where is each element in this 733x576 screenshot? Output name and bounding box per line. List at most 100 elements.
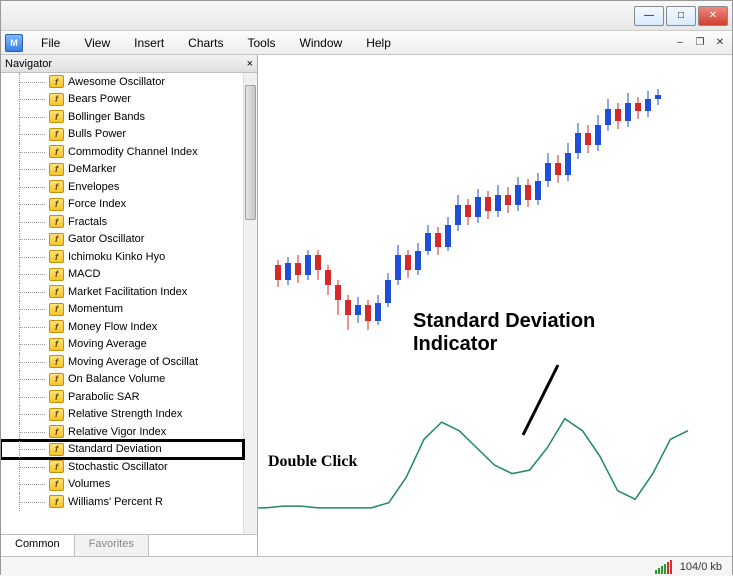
indicator-icon: f	[49, 390, 64, 403]
indicator-item[interactable]: f Money Flow Index	[1, 318, 243, 336]
indicator-icon: f	[49, 320, 64, 333]
tab-common[interactable]: Common	[1, 535, 75, 556]
indicator-item[interactable]: f On Balance Volume	[1, 371, 243, 389]
indicator-label: Commodity Channel Index	[68, 146, 198, 158]
indicator-item[interactable]: f Moving Average of Oscillat	[1, 353, 243, 371]
window-minimize-button[interactable]: —	[634, 6, 664, 26]
indicator-item[interactable]: fMomentum	[1, 301, 243, 319]
indicator-item[interactable]: f Envelopes	[1, 178, 243, 196]
menu-tools[interactable]: Tools	[236, 33, 288, 53]
indicator-label: Bulls Power	[68, 128, 126, 140]
indicator-icon: f	[49, 128, 64, 141]
window-titlebar: — □ ✕	[1, 1, 732, 31]
indicator-item[interactable]: f Fractals	[1, 213, 243, 231]
indicator-icon: f	[49, 285, 64, 298]
menu-charts[interactable]: Charts	[176, 33, 235, 53]
indicator-item[interactable]: f Ichimoku Kinko Hyo	[1, 248, 243, 266]
menu-view[interactable]: View	[72, 33, 122, 53]
content-area: Navigator × fAwesome OscillatorfBears Po…	[1, 55, 732, 556]
indicator-label: Moving Average of Oscillat	[68, 356, 198, 368]
indicator-item[interactable]: f Parabolic SAR	[1, 388, 243, 406]
indicator-label: DeMarker	[68, 163, 116, 175]
indicator-label: Ichimoku Kinko Hyo	[68, 251, 165, 263]
indicator-label: Envelopes	[68, 181, 119, 193]
indicator-label: Gator Oscillator	[68, 233, 144, 245]
indicator-icon: f	[49, 408, 64, 421]
indicator-icon: f	[49, 495, 64, 508]
tab-favorites[interactable]: Favorites	[75, 535, 149, 556]
indicator-icon: f	[49, 145, 64, 158]
indicator-label: Awesome Oscillator	[68, 76, 165, 88]
indicator-icon: f	[49, 215, 64, 228]
navigator-scroll-thumb[interactable]	[245, 85, 256, 220]
indicator-icon: f	[49, 373, 64, 386]
indicator-item[interactable]: f Relative Strength Index	[1, 406, 243, 424]
indicator-item[interactable]: f Bulls Power	[1, 126, 243, 144]
chart-area[interactable]: Standard Deviation Indicator Double Clic…	[258, 55, 732, 556]
indicator-label: MACD	[68, 268, 100, 280]
indicator-icon: f	[49, 250, 64, 263]
mdi-minimize-button[interactable]: –	[672, 36, 688, 50]
mdi-close-button[interactable]: ✕	[712, 36, 728, 50]
indicator-item[interactable]: f Bears Power	[1, 91, 243, 109]
app-icon: M	[5, 34, 23, 52]
indicator-icon: f	[49, 338, 64, 351]
connection-bars-icon	[655, 560, 672, 574]
indicator-label: Williams' Percent R	[68, 496, 163, 508]
indicator-label: Bears Power	[68, 93, 131, 105]
indicator-label: Standard Deviation	[68, 443, 162, 455]
indicator-icon: f	[49, 75, 64, 88]
indicator-icon: f	[49, 443, 64, 456]
indicator-label: Relative Vigor Index	[68, 426, 166, 438]
indicator-item[interactable]: f Standard Deviation	[1, 441, 243, 459]
navigator-panel: Navigator × fAwesome OscillatorfBears Po…	[1, 55, 258, 556]
chart-canvas	[258, 55, 732, 556]
indicator-label: Moving Average	[68, 338, 147, 350]
indicator-label: Fractals	[68, 216, 107, 228]
indicator-label: Money Flow Index	[68, 321, 157, 333]
mdi-restore-button[interactable]: ❐	[692, 36, 708, 50]
indicator-item[interactable]: f Stochastic Oscillator	[1, 458, 243, 476]
indicator-item[interactable]: f Williams' Percent R	[1, 493, 243, 511]
indicator-item[interactable]: fVolumes	[1, 476, 243, 494]
menu-file[interactable]: File	[29, 33, 72, 53]
indicator-icon: f	[49, 198, 64, 211]
indicator-item[interactable]: f Bollinger Bands	[1, 108, 243, 126]
window-close-button[interactable]: ✕	[698, 6, 728, 26]
menubar: M FileViewInsertChartsToolsWindowHelp – …	[1, 31, 732, 55]
indicator-label: Stochastic Oscillator	[68, 461, 168, 473]
indicator-label: Relative Strength Index	[68, 408, 182, 420]
indicator-item[interactable]: f DeMarker	[1, 161, 243, 179]
indicator-label: On Balance Volume	[68, 373, 165, 385]
indicator-icon: f	[49, 478, 64, 491]
indicator-item[interactable]: fMarket Facilitation Index	[1, 283, 243, 301]
indicator-item[interactable]: f MACD	[1, 266, 243, 284]
status-traffic: 104/0 kb	[680, 561, 722, 573]
statusbar: 104/0 kb	[1, 556, 732, 576]
navigator-tabs: Common Favorites	[1, 534, 257, 556]
indicator-icon: f	[49, 93, 64, 106]
menu-insert[interactable]: Insert	[122, 33, 176, 53]
indicator-icon: f	[49, 180, 64, 193]
indicator-icon: f	[49, 460, 64, 473]
indicator-item[interactable]: f Relative Vigor Index	[1, 423, 243, 441]
indicator-label: Parabolic SAR	[68, 391, 140, 403]
navigator-close-button[interactable]: ×	[247, 58, 253, 70]
indicator-item[interactable]: f Moving Average	[1, 336, 243, 354]
indicator-icon: f	[49, 110, 64, 123]
indicator-label: Bollinger Bands	[68, 111, 145, 123]
annotation-double-click: Double Click	[268, 453, 357, 471]
indicator-item[interactable]: f Commodity Channel Index	[1, 143, 243, 161]
indicator-item[interactable]: f Awesome Oscillator	[1, 73, 243, 91]
indicator-icon: f	[49, 163, 64, 176]
indicator-icon: f	[49, 268, 64, 281]
indicator-item[interactable]: f Force Index	[1, 196, 243, 214]
navigator-scrollbar[interactable]	[243, 73, 257, 534]
indicator-icon: f	[49, 425, 64, 438]
indicator-item[interactable]: fGator Oscillator	[1, 231, 243, 249]
menu-window[interactable]: Window	[288, 33, 355, 53]
window-maximize-button[interactable]: □	[666, 6, 696, 26]
indicator-icon: f	[49, 355, 64, 368]
indicator-label: Force Index	[68, 198, 126, 210]
menu-help[interactable]: Help	[354, 33, 403, 53]
